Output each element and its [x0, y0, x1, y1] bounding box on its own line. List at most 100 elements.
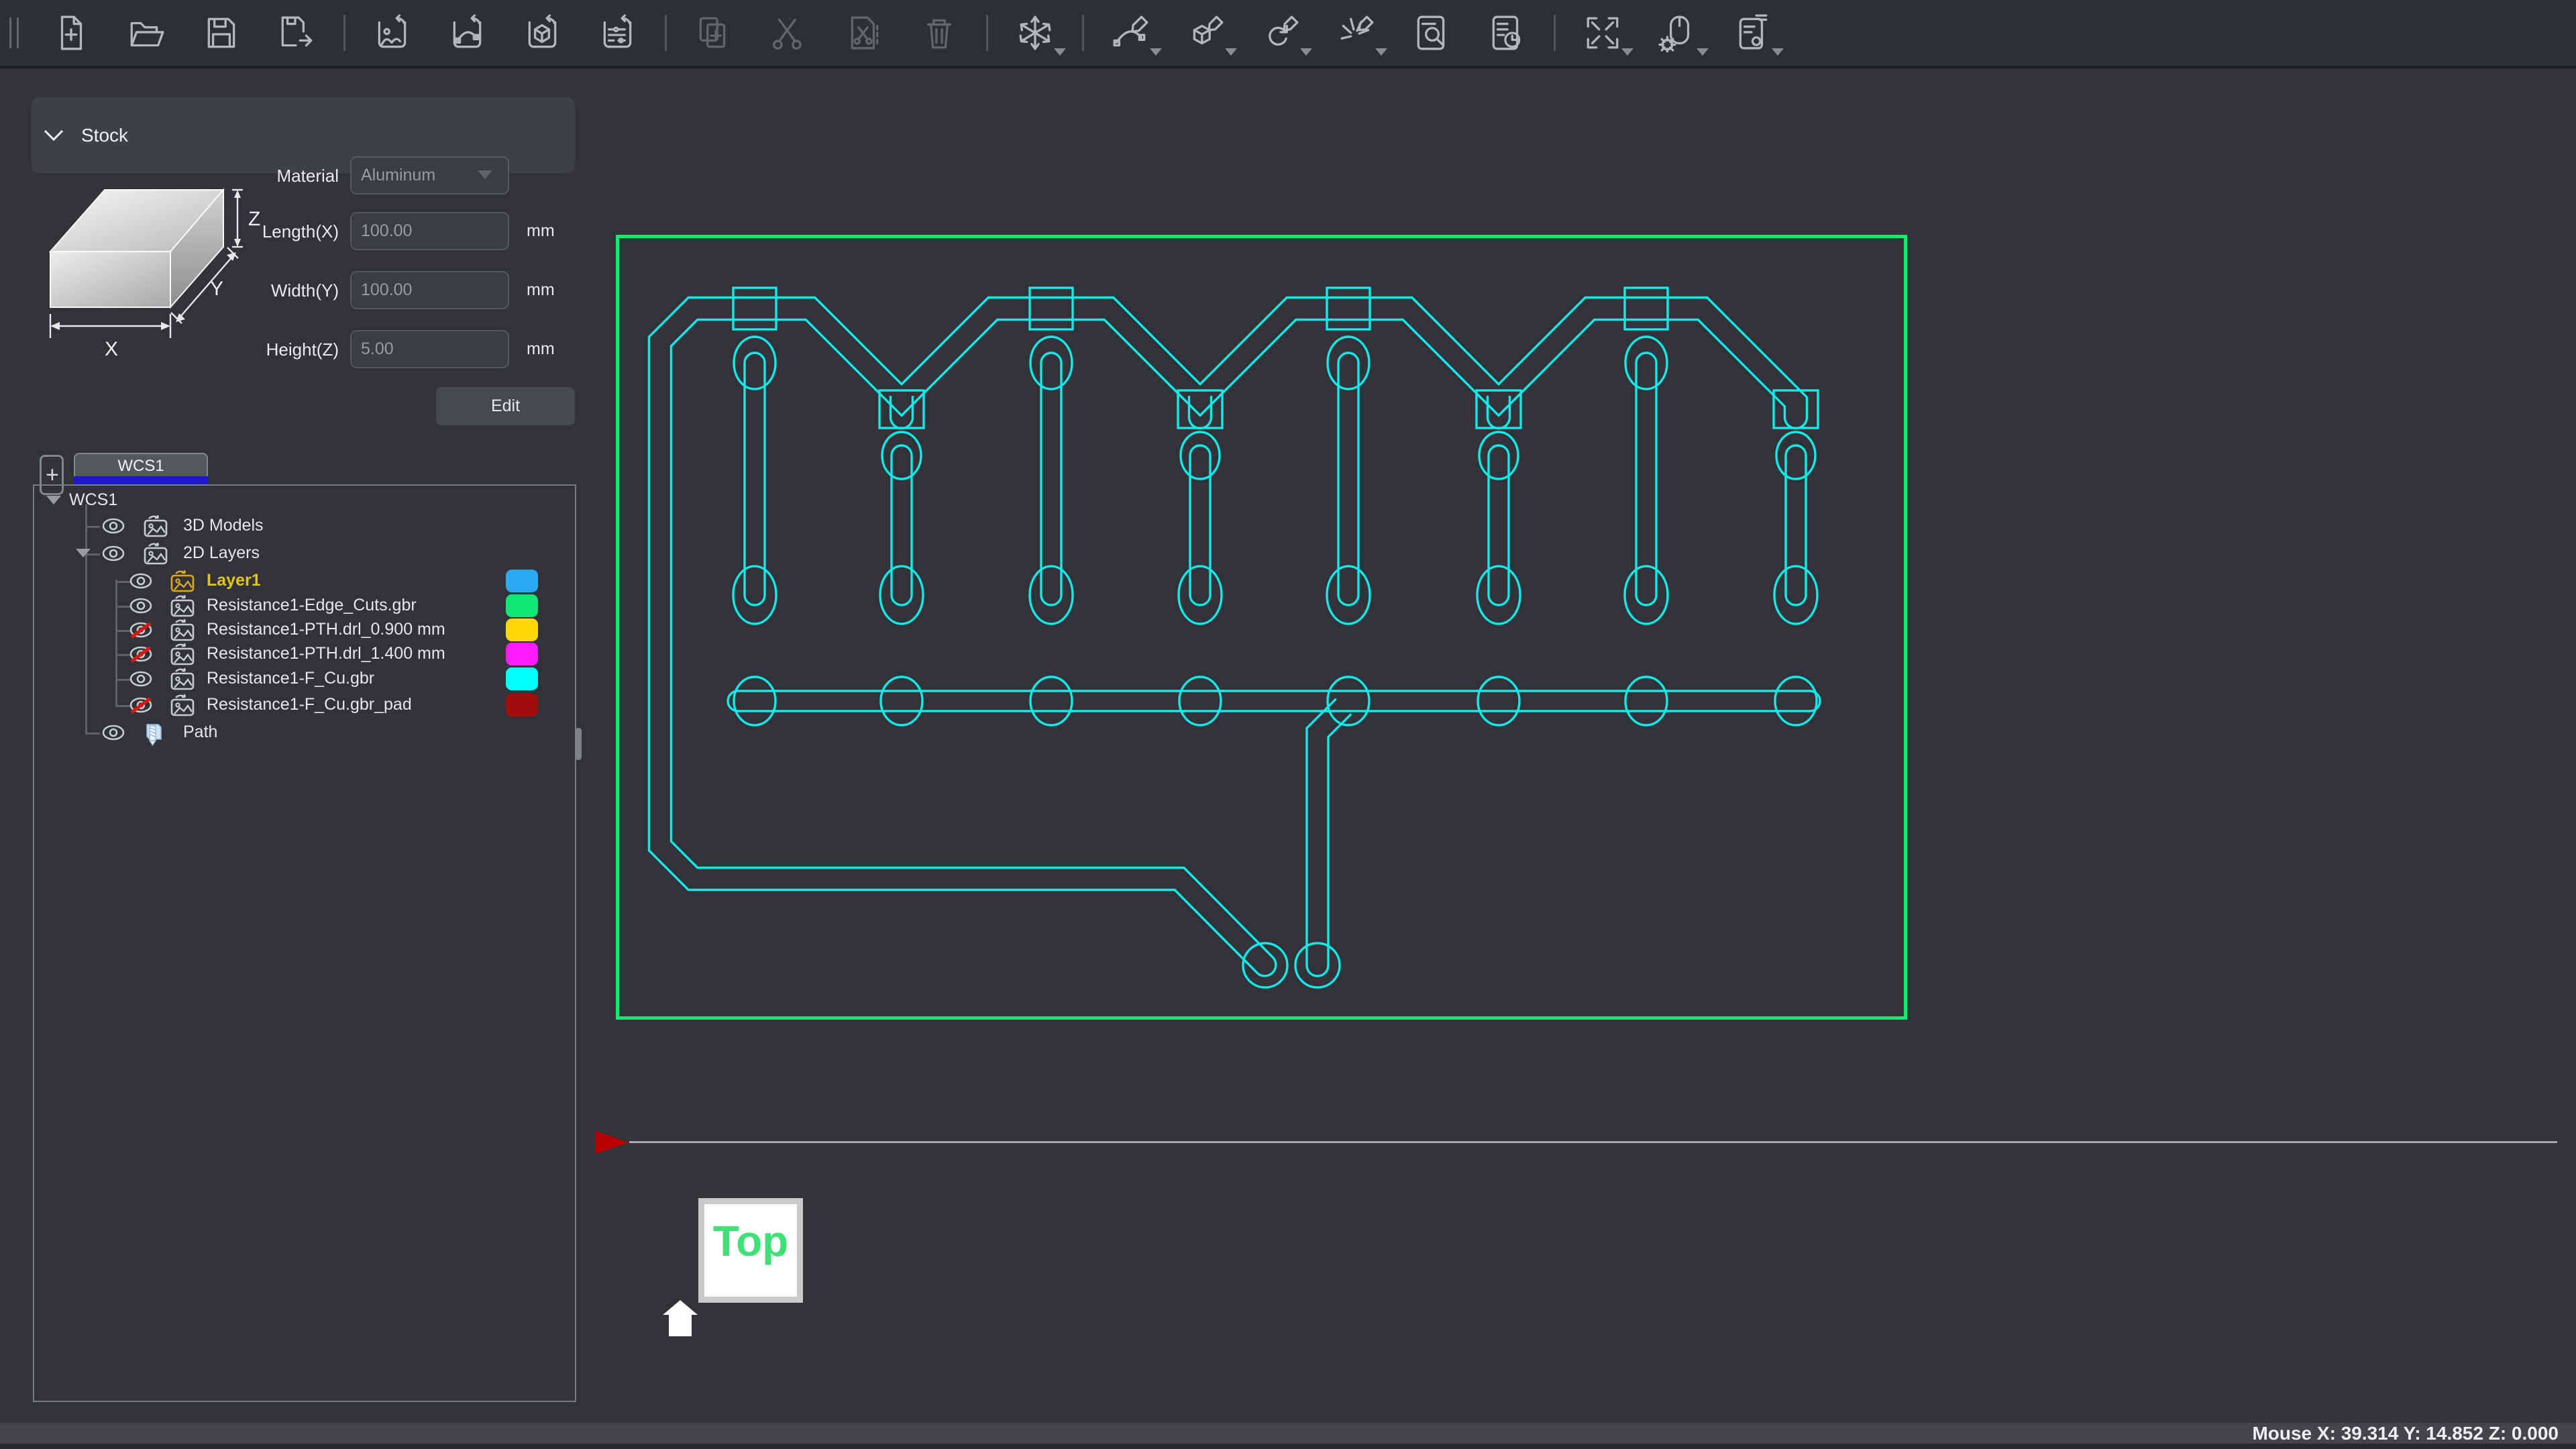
dropdown-arrow-icon[interactable] — [1375, 48, 1387, 56]
trash-icon — [920, 13, 959, 52]
tree-node-path[interactable]: Path — [34, 721, 575, 744]
pcb-pad — [1625, 288, 1668, 329]
edit-curve-button[interactable] — [1110, 9, 1152, 57]
tree-node-pth-1400[interactable]: Resistance1-PTH.drl_1.400 mm — [34, 643, 575, 665]
time-estimate-button[interactable] — [1485, 9, 1528, 57]
trim-button — [843, 9, 885, 57]
tree-node-2d-layers[interactable]: 2D Layers — [34, 542, 575, 565]
fit-view-button[interactable] — [1581, 9, 1624, 57]
tree-node-3d-models[interactable]: 3D Models — [34, 515, 575, 537]
dropdown-arrow-icon[interactable] — [1697, 48, 1709, 56]
save-as-button[interactable] — [275, 9, 318, 57]
pcb-pad — [1327, 288, 1370, 329]
import-curve-button[interactable] — [446, 9, 489, 57]
pcb-pad — [1178, 390, 1222, 428]
eye-off-icon[interactable] — [129, 622, 153, 639]
material-dropdown-arrow[interactable] — [478, 170, 492, 179]
edit-engrave-button[interactable] — [1335, 9, 1378, 57]
pcb-pad — [1479, 432, 1518, 479]
layer-icon — [170, 619, 196, 641]
tree-node-label: Resistance1-F_Cu.gbr_pad — [207, 695, 412, 714]
transform-button[interactable] — [1014, 9, 1057, 57]
view-orientation-badge[interactable]: Top — [698, 1198, 803, 1303]
status-bar: Mouse X: 39.314 Y: 14.852 Z: 0.000 — [0, 1423, 2576, 1444]
layer-tree-panel: WCS1 3D Models 2D Layers Layer1 Resistance1-… — [33, 484, 576, 1402]
eye-off-icon[interactable] — [129, 646, 153, 663]
dropdown-arrow-icon[interactable] — [1225, 48, 1237, 56]
tab-wcs1[interactable]: WCS1 — [74, 453, 208, 478]
layer-color-swatch[interactable] — [506, 570, 538, 592]
tree-node-label: Resistance1-PTH.drl_1.400 mm — [207, 644, 445, 663]
width-label: Width(Y) — [91, 280, 339, 301]
eye-icon[interactable] — [101, 545, 125, 562]
pcb-pad — [1477, 390, 1521, 428]
tree-node-wcs1[interactable]: WCS1 — [34, 489, 575, 512]
home-icon[interactable] — [663, 1300, 698, 1336]
height-field[interactable] — [350, 330, 509, 368]
rotate-edit-icon — [1262, 13, 1301, 52]
tree-node-f-cu[interactable]: Resistance1-F_Cu.gbr — [34, 667, 575, 690]
tree-node-pth-0900[interactable]: Resistance1-PTH.drl_0.900 mm — [34, 619, 575, 641]
new-file-button[interactable] — [50, 9, 93, 57]
expander-icon[interactable] — [76, 549, 91, 557]
inspect-button[interactable] — [1410, 9, 1453, 57]
pcb-pad — [1179, 566, 1222, 624]
dropdown-arrow-icon[interactable] — [1054, 48, 1066, 56]
doc-search-icon — [1412, 13, 1451, 52]
eye-icon[interactable] — [129, 573, 153, 590]
dropdown-arrow-icon[interactable] — [1300, 48, 1312, 56]
eye-icon[interactable] — [129, 598, 153, 614]
eye-icon[interactable] — [129, 671, 153, 688]
edit-model-button[interactable] — [1185, 9, 1228, 57]
tab-active-indicator — [74, 476, 208, 484]
layer-color-swatch[interactable] — [506, 694, 538, 716]
toolbar-drag-handle[interactable] — [9, 17, 19, 48]
doc-plus-icon — [52, 13, 91, 52]
edit-stock-button[interactable]: Edit — [436, 387, 575, 425]
tree-node-layer1[interactable]: Layer1 — [34, 570, 575, 592]
layer-color-swatch[interactable] — [506, 619, 538, 641]
layer-icon — [170, 595, 196, 617]
save-button[interactable] — [200, 9, 243, 57]
delete-button — [918, 9, 961, 57]
tree-node-f-cu-pad[interactable]: Resistance1-F_Cu.gbr_pad — [34, 694, 575, 716]
tree-scrollbar-thumb[interactable] — [576, 728, 582, 760]
import-pcb-button[interactable] — [596, 9, 639, 57]
eye-off-icon[interactable] — [129, 697, 153, 714]
width-field[interactable] — [350, 271, 509, 309]
layer-color-swatch[interactable] — [506, 594, 538, 617]
expand-icon — [1583, 13, 1622, 52]
pcb-pad — [882, 432, 921, 479]
edit-rotate-button[interactable] — [1260, 9, 1303, 57]
dropdown-arrow-icon[interactable] — [1772, 48, 1784, 56]
expander-icon[interactable] — [46, 496, 61, 504]
dropdown-arrow-icon[interactable] — [1621, 48, 1633, 56]
import-image-icon — [373, 13, 412, 52]
viewport-canvas[interactable]: Top — [582, 68, 2576, 1423]
dropdown-arrow-icon[interactable] — [1150, 48, 1162, 56]
import-image-button[interactable] — [371, 9, 414, 57]
tree-node-edge-cuts[interactable]: Resistance1-Edge_Cuts.gbr — [34, 594, 575, 617]
stock-panel-title: Stock — [81, 125, 128, 146]
eye-icon[interactable] — [101, 724, 125, 741]
length-field[interactable] — [350, 212, 509, 250]
doc-cut-icon — [845, 13, 883, 52]
eye-icon[interactable] — [101, 518, 125, 535]
open-file-button[interactable] — [125, 9, 168, 57]
layer-color-swatch[interactable] — [506, 643, 538, 665]
pcb-pad — [1030, 677, 1072, 725]
layer-icon — [170, 694, 196, 716]
mouse-settings-button[interactable] — [1656, 9, 1699, 57]
pcb-pad — [1625, 566, 1668, 624]
import-model-button[interactable] — [521, 9, 564, 57]
layer-color-swatch[interactable] — [506, 667, 538, 690]
output-button[interactable] — [1731, 9, 1774, 57]
pcb-trace — [728, 691, 1820, 711]
pcb-trace — [1189, 396, 1212, 429]
pcb-pad — [1477, 566, 1520, 624]
tree-node-label: Layer1 — [207, 571, 261, 590]
stock-preview-image: X Y Z — [39, 180, 270, 360]
height-label: Height(Z) — [91, 339, 339, 360]
pcb-pad — [881, 677, 922, 725]
pcb-trace — [649, 298, 1807, 976]
